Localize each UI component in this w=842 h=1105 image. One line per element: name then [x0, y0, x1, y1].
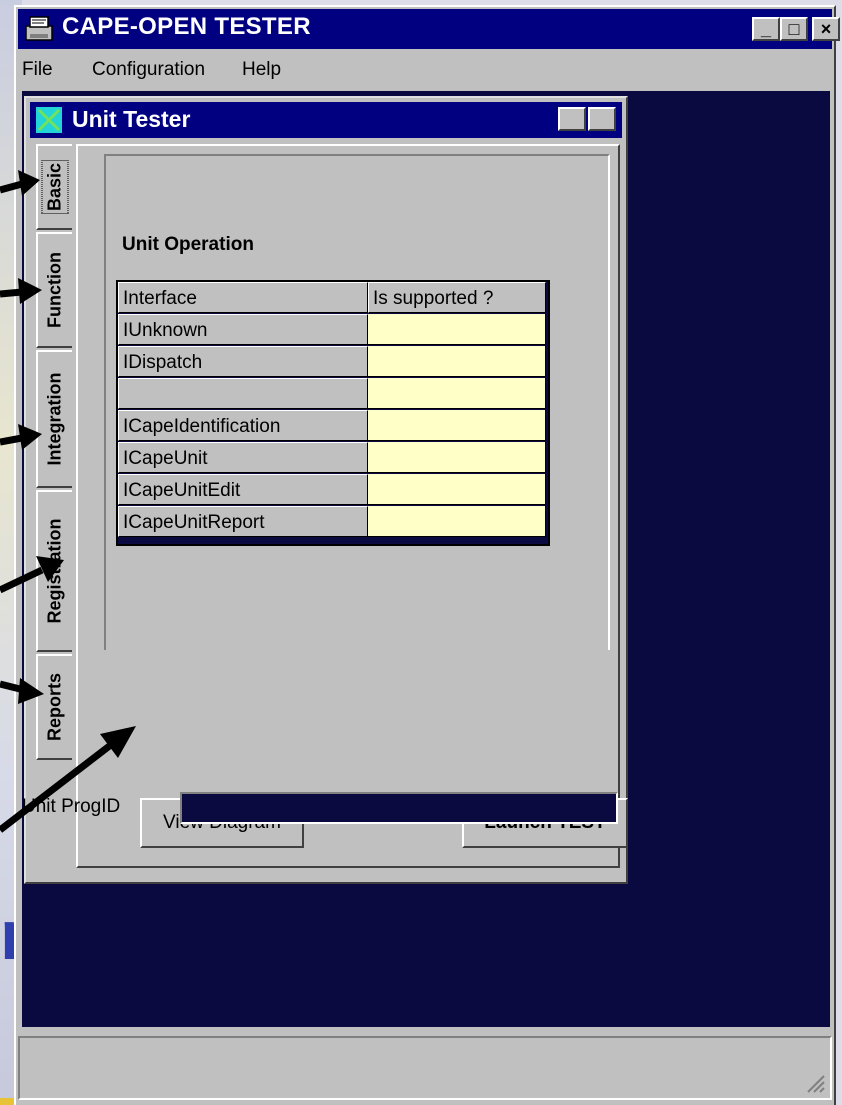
close-icon: ×: [820, 19, 832, 39]
interface-cell[interactable]: ICapeUnit: [118, 442, 368, 473]
interface-grid[interactable]: Interface Is supported ? IUnknown IDispa…: [116, 280, 550, 546]
grid-header-supported[interactable]: Is supported ?: [368, 282, 546, 313]
maximize-button[interactable]: □: [780, 17, 808, 41]
table-row[interactable]: IDispatch: [118, 346, 548, 378]
tab-integration[interactable]: Integration: [36, 350, 72, 488]
menu-help[interactable]: Help: [242, 59, 281, 81]
unit-tester-window: Unit Tester Basic Function Integration R…: [22, 96, 628, 884]
progid-field[interactable]: [180, 792, 618, 824]
grid-header-row: Interface Is supported ?: [118, 282, 548, 314]
unit-tester-title-bar[interactable]: Unit Tester: [30, 102, 622, 138]
interface-cell[interactable]: ICapeUnitReport: [118, 506, 368, 537]
supported-cell[interactable]: [368, 410, 546, 441]
interface-cell[interactable]: IUnknown: [118, 314, 368, 345]
vertical-tab-strip: Basic Function Integration Registration …: [36, 144, 76, 864]
tab-registration-label: Registration: [44, 518, 65, 624]
supported-cell[interactable]: [368, 314, 546, 345]
menu-bar: File Configuration Help: [18, 53, 832, 89]
table-row[interactable]: ICapeIdentification: [118, 410, 548, 442]
interface-cell[interactable]: ICapeIdentification: [118, 410, 368, 441]
progid-label: Unit ProgID: [22, 796, 121, 817]
table-row[interactable]: ICapeUnit: [118, 442, 548, 474]
interface-cell[interactable]: [118, 378, 368, 409]
interface-cell[interactable]: IDispatch: [118, 346, 368, 377]
minimize-button[interactable]: _: [752, 17, 780, 41]
status-bar: [18, 1036, 832, 1100]
tab-reports-label: Reports: [44, 672, 65, 742]
printer-icon[interactable]: [24, 14, 54, 44]
minimize-icon: _: [760, 19, 771, 39]
menu-configuration[interactable]: Configuration: [92, 59, 205, 81]
tab-function[interactable]: Function: [36, 232, 72, 348]
supported-cell[interactable]: [368, 346, 546, 377]
menu-file[interactable]: File: [22, 59, 53, 81]
main-title-bar[interactable]: CAPE-OPEN TESTER _ □ ×: [18, 9, 840, 49]
tab-reports[interactable]: Reports: [36, 654, 72, 760]
unit-tester-icon: [36, 107, 62, 133]
tab-registration[interactable]: Registration: [36, 490, 72, 652]
section-title: Unit Operation: [122, 234, 254, 255]
resize-grip-icon[interactable]: [804, 1072, 826, 1094]
close-button[interactable]: ×: [812, 17, 840, 41]
unit-tester-title: Unit Tester: [72, 106, 191, 132]
tab-panel: Unit Operation Interface Is supported ? …: [76, 144, 628, 868]
interface-cell[interactable]: ICapeUnitEdit: [118, 474, 368, 505]
tab-integration-label: Integration: [44, 372, 65, 466]
tab-basic-label: Basic: [43, 156, 67, 218]
table-row[interactable]: [118, 378, 548, 410]
supported-cell[interactable]: [368, 506, 546, 537]
supported-cell[interactable]: [368, 442, 546, 473]
grid-header-interface[interactable]: Interface: [118, 282, 368, 313]
tab-function-label: Function: [44, 252, 65, 328]
supported-cell[interactable]: [368, 474, 546, 505]
help-button[interactable]: [558, 107, 586, 131]
supported-cell[interactable]: [368, 378, 546, 409]
table-row[interactable]: ICapeUnitReport: [118, 506, 548, 538]
app-title: CAPE-OPEN TESTER: [62, 13, 311, 40]
maximize-icon: □: [788, 19, 800, 39]
table-row[interactable]: IUnknown: [118, 314, 548, 346]
child-close-button[interactable]: [588, 107, 616, 131]
tab-basic[interactable]: Basic: [36, 144, 72, 230]
table-row[interactable]: ICapeUnitEdit: [118, 474, 548, 506]
